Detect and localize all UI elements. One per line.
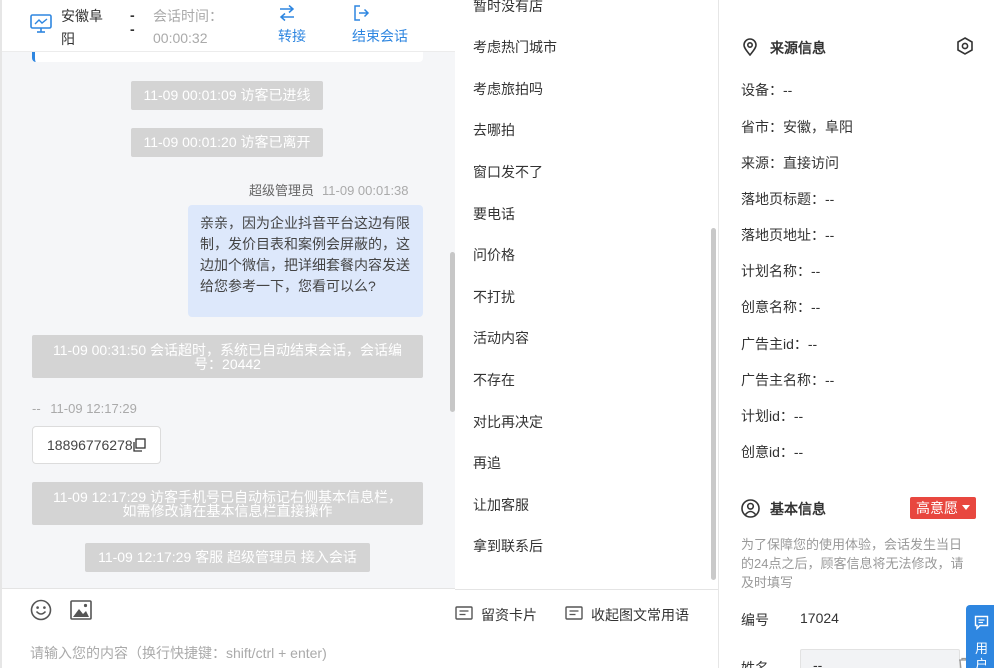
system-message: 11-09 12:17:29 访客手机号已自动标记右侧基本信息栏，如需修改请在基…: [32, 482, 423, 525]
agent-message-bubble: 亲亲，因为企业抖音平台这边有限制，发价目表和案例会屏蔽的，这边加个微信，把详细套…: [188, 205, 423, 317]
edit-deadline-notice: 为了保障您的使用体验，会话发生当日的24点之后，顾客信息将无法修改，请及时填写: [741, 537, 964, 590]
message-box-icon: [565, 606, 583, 620]
source-info-row: 落地页标题：--: [741, 191, 835, 207]
quick-reply-item[interactable]: 不打扰: [473, 287, 515, 307]
settings-icon[interactable]: [955, 36, 975, 56]
end-session-label: 结束会话: [352, 28, 408, 44]
visitor-location: 安徽阜阳: [61, 8, 103, 47]
intent-level-value: 高意愿: [916, 500, 958, 516]
transfer-icon: [279, 4, 295, 22]
system-message: 11-09 00:01:09 访客已进线: [131, 81, 323, 110]
customer-id-value: 17024: [800, 610, 839, 626]
quick-reply-item[interactable]: 活动内容: [473, 328, 529, 348]
message-list[interactable]: 11-09 00:01:09 访客已进线 11-09 00:01:20 访客已离…: [2, 52, 455, 588]
visitor-phone-message: 18896776278: [32, 426, 161, 464]
end-session-button[interactable]: 结束会话: [352, 4, 408, 46]
chat-panel: 安徽阜阳 -- 会话时间： 00:00:32 转接 结束会话 11-09 00:…: [0, 0, 455, 668]
customer-name-input[interactable]: --: [800, 649, 960, 668]
source-info-row: 落地页地址：--: [741, 227, 835, 243]
transfer-label: 转接: [278, 28, 306, 44]
session-time-label: 会话时间：: [153, 8, 223, 24]
quick-reply-item[interactable]: 要电话: [473, 204, 515, 224]
quick-reply-item[interactable]: 窗口发不了: [473, 162, 543, 182]
user-floating-button-label: 用户: [975, 641, 989, 668]
user-icon: [741, 499, 760, 518]
source-info-row: 计划id：--: [741, 408, 804, 424]
logout-icon: [354, 5, 370, 21]
customer-id-label: 编号: [741, 612, 769, 628]
intent-level-dropdown[interactable]: 高意愿: [910, 497, 976, 519]
chat-header: 安徽阜阳 -- 会话时间： 00:00:32 转接 结束会话: [2, 0, 455, 52]
visitor-name: --: [32, 401, 41, 416]
basic-info-title: 基本信息: [741, 499, 826, 519]
source-info-row: 广告主名称：--: [741, 372, 835, 388]
transfer-button[interactable]: 转接: [278, 4, 306, 46]
source-info-row: 省市：安徽，阜阳: [741, 119, 853, 135]
visitor-name-placeholder: --: [130, 7, 135, 37]
user-floating-button[interactable]: 用户: [966, 605, 994, 668]
quick-reply-item[interactable]: 考虑热门城市: [473, 37, 557, 57]
message-input[interactable]: 请输入您的内容（换行快捷键：shift/ctrl + enter): [30, 643, 327, 663]
agent-message-meta: 超级管理员 11-09 00:01:38: [249, 180, 409, 199]
quick-reply-item[interactable]: 再追: [473, 453, 501, 473]
previous-message-card: [32, 52, 423, 62]
customer-name-label: 姓名: [741, 660, 769, 668]
customer-name-value: --: [813, 657, 823, 668]
copy-icon[interactable]: [132, 438, 146, 452]
emoji-icon[interactable]: [30, 599, 52, 621]
location-pin-icon: [743, 38, 757, 56]
card-icon: [455, 606, 473, 620]
customer-info-panel: 来源信息 设备：-- 省市：安徽，阜阳 来源：直接访问 落地页标题：-- 落地页…: [719, 0, 994, 668]
chat-bubble-icon: [974, 615, 989, 630]
source-info-row: 来源：直接访问: [741, 155, 839, 171]
visitor-message-time: 11-09 12:17:29: [50, 401, 137, 416]
source-info-row: 创意id：--: [741, 444, 804, 460]
visitor-message-meta: -- 11-09 12:17:29: [32, 401, 137, 416]
agent-message-time: 11-09 00:01:38: [322, 183, 409, 198]
source-info-row: 计划名称：--: [741, 263, 821, 279]
quick-reply-item[interactable]: 去哪拍: [473, 120, 515, 140]
input-toolbar: 请输入您的内容（换行快捷键：shift/ctrl + enter): [2, 589, 455, 668]
quick-reply-item[interactable]: 拿到联系后: [473, 536, 543, 556]
system-message: 11-09 12:17:29 客服 超级管理员 接入会话: [85, 543, 370, 572]
quick-reply-item[interactable]: 不存在: [473, 370, 515, 390]
system-message: 11-09 00:01:20 访客已离开: [131, 128, 323, 157]
quick-reply-item[interactable]: 让加客服: [473, 495, 529, 515]
quick-reply-panel: 暂时没有店 考虑热门城市 考虑旅拍吗 去哪拍 窗口发不了 要电话 问价格 不打扰…: [455, 0, 718, 668]
quick-reply-item[interactable]: 问价格: [473, 245, 515, 265]
quick-reply-item[interactable]: 对比再决定: [473, 412, 543, 432]
source-info-title: 来源信息: [741, 38, 826, 58]
collapse-phrases-label: 收起图文常用语: [591, 607, 689, 623]
monitor-icon: [30, 14, 52, 33]
quick-reply-item[interactable]: 考虑旅拍吗: [473, 79, 543, 99]
chat-workspace: 安徽阜阳 -- 会话时间： 00:00:32 转接 结束会话 11-09 00:…: [0, 0, 994, 668]
collapse-phrases-button[interactable]: 收起图文常用语: [565, 605, 689, 625]
quick-reply-scrollbar[interactable]: [711, 228, 716, 580]
agent-name: 超级管理员: [249, 183, 315, 198]
session-time-value: 00:00:32: [153, 30, 208, 46]
phone-number: 18896776278: [47, 437, 133, 453]
source-info-row: 设备：--: [741, 82, 793, 98]
lead-card-button[interactable]: 留资卡片: [455, 605, 537, 625]
quick-reply-item[interactable]: 暂时没有店: [473, 0, 543, 16]
image-icon[interactable]: [70, 600, 92, 620]
quick-reply-footer: 留资卡片 收起图文常用语: [455, 589, 718, 668]
system-message: 11-09 00:31:50 会话超时，系统已自动结束会话，会话编号：20442: [32, 335, 423, 378]
caret-down-icon: [962, 505, 970, 510]
source-info-row: 广告主id：--: [741, 336, 818, 352]
source-info-row: 创意名称：--: [741, 299, 821, 315]
